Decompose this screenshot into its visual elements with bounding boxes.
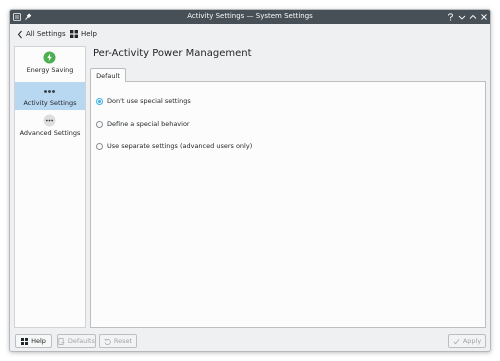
help-label: Help [81,30,97,38]
all-settings-label: All Settings [26,30,66,38]
back-arrow-icon [17,30,22,38]
option-label: Use separate settings (advanced users on… [107,142,253,150]
apply-label: Apply [462,337,482,345]
radio-button[interactable] [96,142,103,150]
tab-default[interactable]: Default [90,68,126,82]
reset-label: Reset [113,337,133,345]
sidebar: Energy Saving Activity Settings Advanced… [14,46,86,328]
tab-panel: Don't use special settings Define a spec… [90,81,486,328]
option-label: Define a special behavior [107,120,190,128]
advanced-dots-icon [43,114,56,127]
help-grid-icon [70,30,78,38]
option-label: Don't use special settings [107,97,191,105]
defaults-label: Defaults [67,337,95,345]
all-settings-button[interactable]: All Settings [17,28,66,40]
activity-dots-icon [44,90,55,93]
defaults-button[interactable]: Defaults [57,334,96,348]
help-button[interactable]: Help [70,28,97,40]
option-separate-settings[interactable]: Use separate settings (advanced users on… [96,141,252,151]
sidebar-item-activity-settings[interactable]: Activity Settings [15,82,85,110]
footer-help-label: Help [31,337,46,345]
page-title: Per-Activity Power Management [93,48,252,59]
sidebar-item-energy-saving[interactable]: Energy Saving [15,49,85,77]
reset-icon [104,338,111,345]
reset-button[interactable]: Reset [99,334,137,348]
energy-saving-icon [43,51,56,64]
button-bar: Help Defaults Reset Apply [10,328,490,351]
defaults-icon [58,337,65,345]
sidebar-item-label: Advanced Settings [19,129,81,137]
window-title: Activity Settings — System Settings [187,12,313,20]
sidebar-item-label: Energy Saving [26,66,74,74]
radio-button[interactable] [96,120,103,128]
toolbar: All Settings Help [10,24,490,44]
minimize-icon[interactable] [457,12,466,22]
sidebar-item-label: Activity Settings [23,99,77,107]
radio-button[interactable] [96,97,103,105]
option-dont-use-special[interactable]: Don't use special settings [96,96,191,106]
help-icon[interactable] [446,12,455,22]
close-icon[interactable] [479,12,488,22]
title-bar[interactable]: Activity Settings — System Settings [10,10,490,24]
settings-window: Activity Settings — System Settings All … [9,9,491,352]
option-define-special-behavior[interactable]: Define a special behavior [96,119,190,129]
footer-help-button[interactable]: Help [15,334,52,348]
help-grid-icon [21,337,29,345]
sidebar-item-advanced-settings[interactable]: Advanced Settings [15,112,85,140]
maximize-icon[interactable] [468,12,477,22]
checkmark-icon [453,338,460,344]
apply-button[interactable]: Apply [448,334,486,348]
